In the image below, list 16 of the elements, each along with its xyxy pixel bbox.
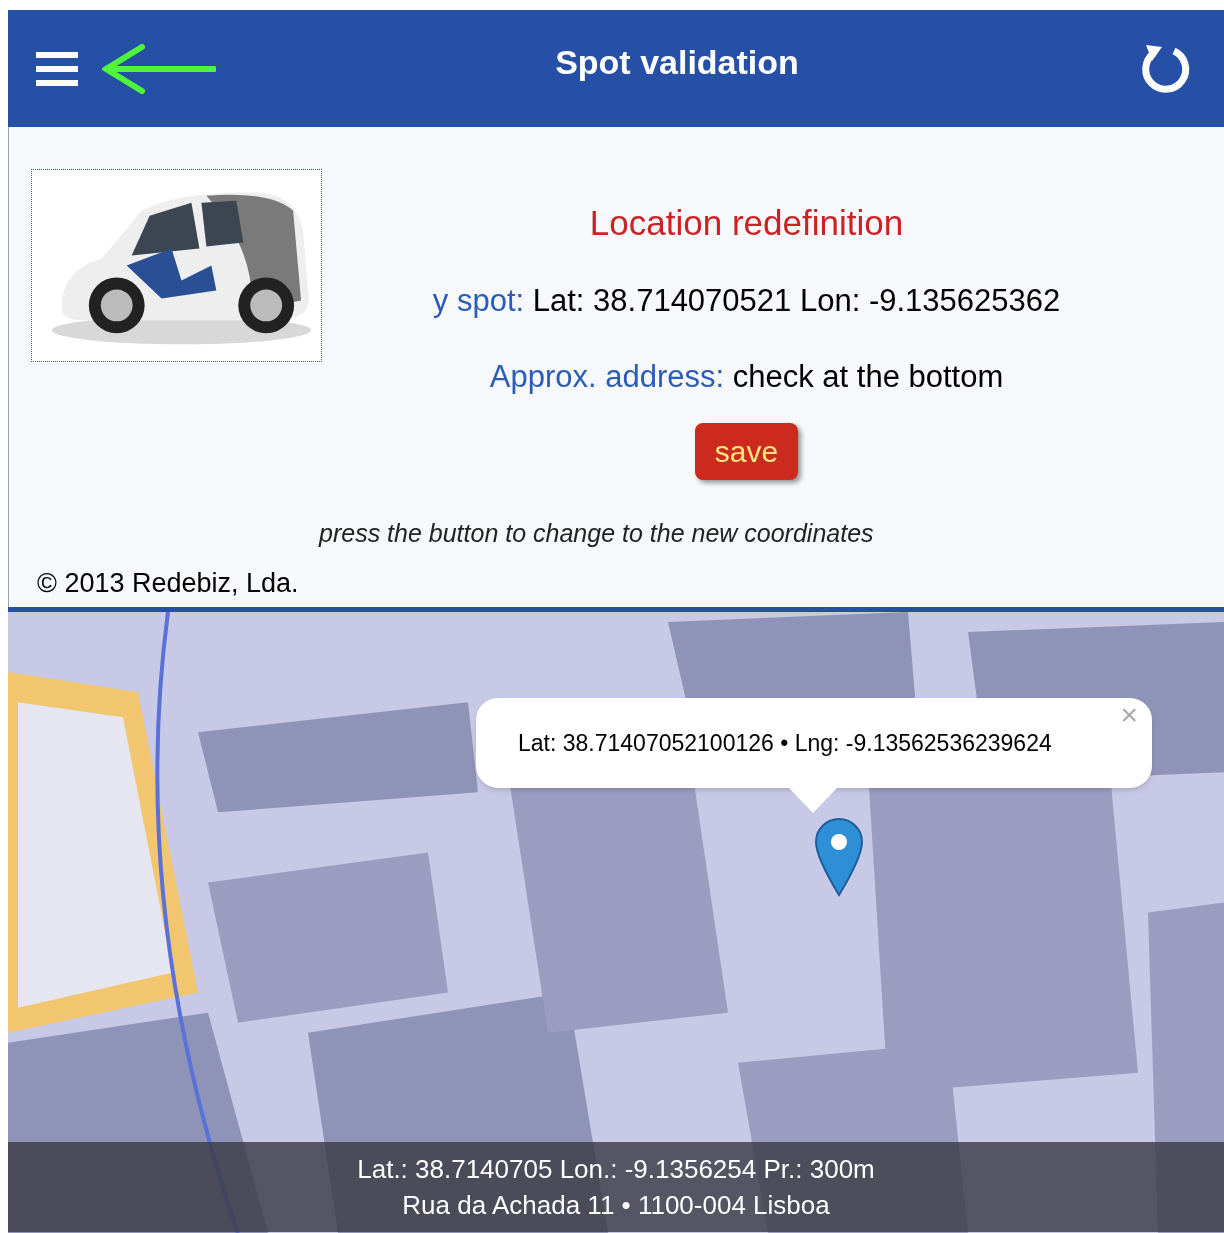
- info-text: Lat.: 38.7140705 Lon.: -9.1356254 Pr.: 300m: [357, 1156, 875, 1182]
- copyright-text: © 2013 Redebiz, Lda.: [37, 567, 299, 600]
- popup-tail-icon: [788, 787, 838, 813]
- section-heading: Location redefinition: [589, 202, 904, 244]
- window-title: Spot validation: [555, 42, 799, 83]
- close-button[interactable]: ×: [1120, 700, 1138, 730]
- map-view[interactable]: Lat: 38.71407052100126 • Lng: -9.13562536239624 × Lat.: 38.7140705 Lon.: -9.1356254 Pr.: 300m Rua da Achada 11 • 1100-004 Lisboa: [8, 612, 1224, 1233]
- spot-coordinates: y spot: Lat: 38.714070521 Lon: -9.135625362: [432, 281, 1061, 320]
- menu-icon[interactable]: [36, 51, 78, 86]
- popup-text: Lat: 38.71407052100126 • Lng: -9.13562536239624: [518, 728, 1052, 758]
- info-text: Rua da Achada 11 • 1100-004 Lisboa: [402, 1192, 830, 1218]
- hint-text: press the button to change to the new coordinates: [319, 518, 874, 549]
- arrow-icon: [102, 43, 216, 94]
- save-button[interactable]: save: [694, 422, 799, 480]
- approx-address: Approx. address: check at the bottom: [489, 358, 1004, 396]
- map-pin-icon[interactable]: [814, 817, 864, 897]
